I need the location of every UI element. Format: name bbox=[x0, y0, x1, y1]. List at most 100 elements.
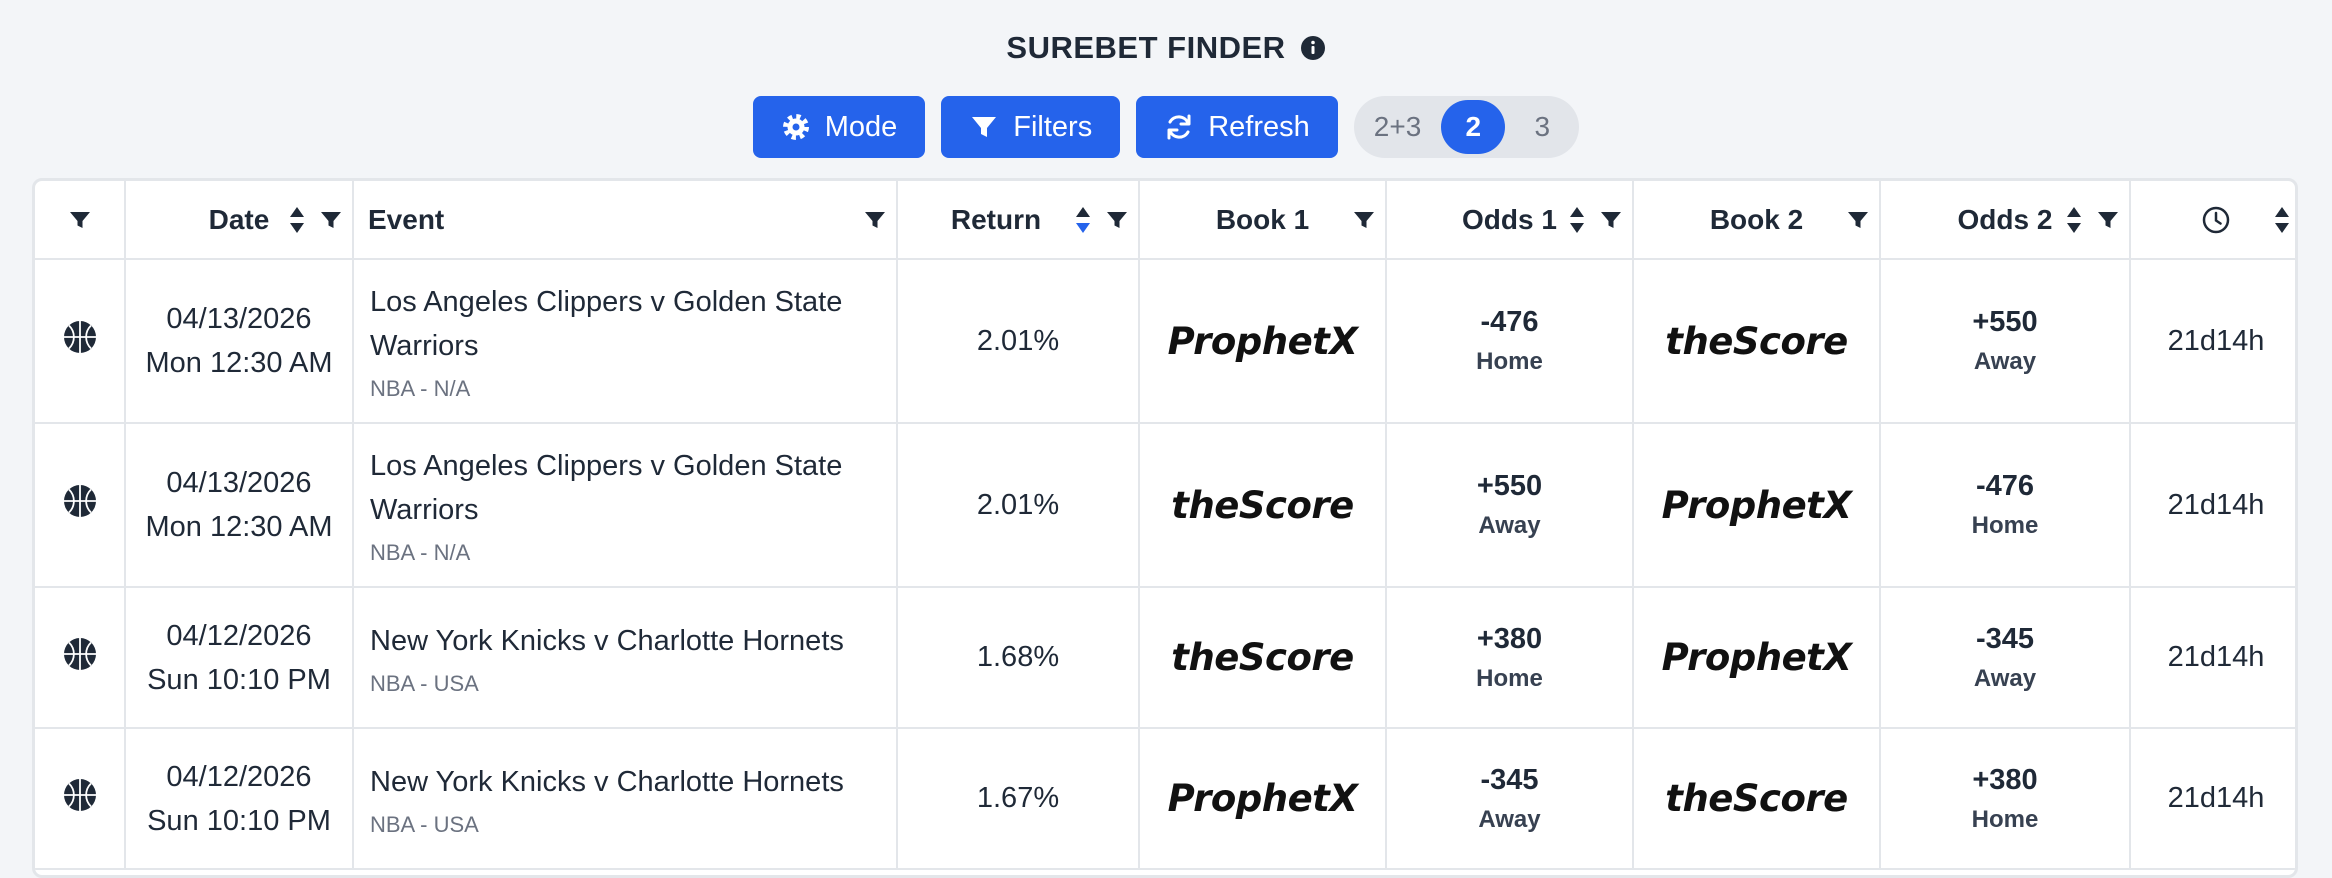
book1-logo: theScore bbox=[1171, 636, 1354, 679]
sort-icon[interactable] bbox=[288, 205, 306, 235]
odds1-side: Home bbox=[1476, 664, 1543, 692]
sort-desc-icon[interactable] bbox=[1074, 205, 1092, 235]
mode-button[interactable]: Mode bbox=[752, 96, 926, 158]
filter-icon[interactable] bbox=[864, 209, 886, 231]
book2-column-header[interactable]: Book 2 bbox=[1633, 181, 1881, 260]
date-header-label: Date bbox=[208, 203, 270, 235]
filter-icon bbox=[972, 117, 997, 137]
info-icon[interactable] bbox=[1300, 35, 1326, 61]
odds2-value: -345 bbox=[1975, 622, 2035, 655]
toolbar: Mode Filters Refresh 2+3 2 3 bbox=[0, 96, 2332, 158]
table-row[interactable]: 04/12/2026 Sun 10:10 PM New York Knicks … bbox=[35, 587, 2295, 729]
segment-2[interactable]: 2 bbox=[1441, 100, 1506, 154]
event-name[interactable]: New York Knicks v Charlotte Hornets bbox=[370, 760, 880, 804]
odds1-side: Home bbox=[1476, 348, 1543, 375]
odds2-cell: +380 Home bbox=[1880, 728, 2131, 870]
filter-icon[interactable] bbox=[2097, 209, 2119, 231]
return-cell: 2.01% bbox=[897, 423, 1140, 588]
filter-icon[interactable] bbox=[1600, 209, 1622, 231]
book1-column-header[interactable]: Book 1 bbox=[1139, 181, 1387, 260]
filters-button[interactable]: Filters bbox=[941, 96, 1121, 158]
odds2-value: -476 bbox=[1975, 470, 2035, 502]
odds1-cell: +380 Home bbox=[1386, 587, 1634, 729]
basketball-icon bbox=[63, 637, 96, 670]
date-cell: 04/13/2026 Mon 12:30 AM bbox=[125, 423, 354, 588]
book1-cell[interactable]: theScore bbox=[1139, 587, 1387, 729]
return-column-header[interactable]: Return bbox=[897, 181, 1140, 260]
filter-icon[interactable] bbox=[320, 209, 342, 231]
table-row[interactable]: 04/12/2026 Sun 10:10 PM New York Knicks … bbox=[35, 728, 2295, 870]
odds2-cell: -345 Away bbox=[1880, 587, 2131, 729]
event-date: 04/12/2026 bbox=[166, 760, 312, 793]
odds1-side: Away bbox=[1478, 512, 1541, 539]
page-header: SUREBET FINDER bbox=[0, 30, 2332, 66]
event-name[interactable]: New York Knicks v Charlotte Hornets bbox=[370, 619, 880, 663]
sport-column-header bbox=[35, 181, 126, 260]
event-column-header[interactable]: Event bbox=[353, 181, 898, 260]
return-cell: 1.67% bbox=[897, 728, 1140, 870]
event-date: 04/12/2026 bbox=[166, 619, 312, 652]
event-time: Sun 10:10 PM bbox=[147, 804, 331, 837]
mode-button-label: Mode bbox=[824, 110, 898, 143]
odds2-side: Home bbox=[1971, 805, 2039, 833]
basketball-icon bbox=[63, 485, 96, 517]
event-time: Mon 12:30 AM bbox=[145, 511, 333, 543]
filter-icon[interactable] bbox=[69, 209, 91, 231]
odds1-value: -345 bbox=[1480, 763, 1539, 796]
odds2-column-header[interactable]: Odds 2 bbox=[1880, 181, 2131, 260]
filter-icon[interactable] bbox=[1353, 209, 1375, 231]
date-cell: 04/12/2026 Sun 10:10 PM bbox=[125, 587, 354, 729]
segment-2-3[interactable]: 2+3 bbox=[1360, 100, 1436, 154]
leg-count-toggle: 2+3 2 3 bbox=[1353, 96, 1580, 158]
sort-icon[interactable] bbox=[2065, 205, 2083, 235]
event-name[interactable]: Los Angeles Clippers v Golden State Warr… bbox=[370, 280, 880, 368]
event-name[interactable]: Los Angeles Clippers v Golden State Warr… bbox=[370, 444, 880, 532]
sport-cell bbox=[35, 587, 126, 729]
odds1-value: -476 bbox=[1480, 306, 1539, 338]
age-cell: 21d14h bbox=[2130, 259, 2295, 424]
return-cell: 1.68% bbox=[897, 587, 1140, 729]
surebet-table: Date Event Return Book 1 Odds 1 Book 2 O… bbox=[32, 178, 2298, 878]
book2-logo: ProphetX bbox=[1661, 636, 1852, 679]
odds1-cell: -476 Home bbox=[1386, 259, 1634, 424]
event-league: NBA - USA bbox=[370, 811, 479, 837]
book1-cell[interactable]: theScore bbox=[1139, 423, 1387, 588]
odds1-value: +550 bbox=[1476, 470, 1543, 502]
book2-cell[interactable]: theScore bbox=[1633, 728, 1881, 870]
book2-logo: theScore bbox=[1665, 777, 1848, 820]
date-column-header[interactable]: Date bbox=[125, 181, 354, 260]
table-row[interactable]: 04/13/2026 Mon 12:30 AM Los Angeles Clip… bbox=[35, 423, 2295, 588]
book1-logo: ProphetX bbox=[1167, 777, 1358, 820]
book2-cell[interactable]: ProphetX bbox=[1633, 587, 1881, 729]
sport-cell bbox=[35, 423, 126, 588]
odds2-value: +380 bbox=[1972, 763, 2038, 796]
gear-icon bbox=[782, 114, 809, 140]
return-header-label: Return bbox=[950, 203, 1042, 235]
book1-cell[interactable]: ProphetX bbox=[1139, 728, 1387, 870]
sort-icon[interactable] bbox=[1568, 205, 1586, 235]
book1-cell[interactable]: ProphetX bbox=[1139, 259, 1387, 424]
odds2-cell: -476 Home bbox=[1880, 423, 2131, 588]
sort-icon[interactable] bbox=[2273, 205, 2291, 235]
table-row[interactable]: 04/13/2026 Mon 12:30 AM Los Angeles Clip… bbox=[35, 259, 2295, 424]
age-column-header[interactable] bbox=[2130, 181, 2295, 260]
book2-cell[interactable]: ProphetX bbox=[1633, 423, 1881, 588]
filter-icon[interactable] bbox=[1106, 209, 1128, 231]
odds1-cell: +550 Away bbox=[1386, 423, 1634, 588]
book2-logo: theScore bbox=[1665, 319, 1848, 363]
refresh-button[interactable]: Refresh bbox=[1136, 96, 1338, 158]
event-league: NBA - USA bbox=[370, 670, 479, 696]
event-league: NBA - N/A bbox=[370, 376, 471, 401]
event-league: NBA - N/A bbox=[370, 540, 471, 565]
book2-cell[interactable]: theScore bbox=[1633, 259, 1881, 424]
event-date: 04/13/2026 bbox=[166, 467, 312, 499]
filter-icon[interactable] bbox=[1847, 209, 1869, 231]
refresh-icon bbox=[1167, 114, 1191, 140]
table-header-row: Date Event Return Book 1 Odds 1 Book 2 O… bbox=[35, 181, 2295, 260]
odds1-column-header[interactable]: Odds 1 bbox=[1386, 181, 1634, 260]
event-cell: Los Angeles Clippers v Golden State Warr… bbox=[353, 259, 898, 424]
odds1-side: Away bbox=[1478, 805, 1541, 833]
filters-button-label: Filters bbox=[1013, 110, 1093, 143]
odds1-header-label: Odds 1 bbox=[1462, 203, 1557, 235]
segment-3[interactable]: 3 bbox=[1511, 100, 1573, 154]
